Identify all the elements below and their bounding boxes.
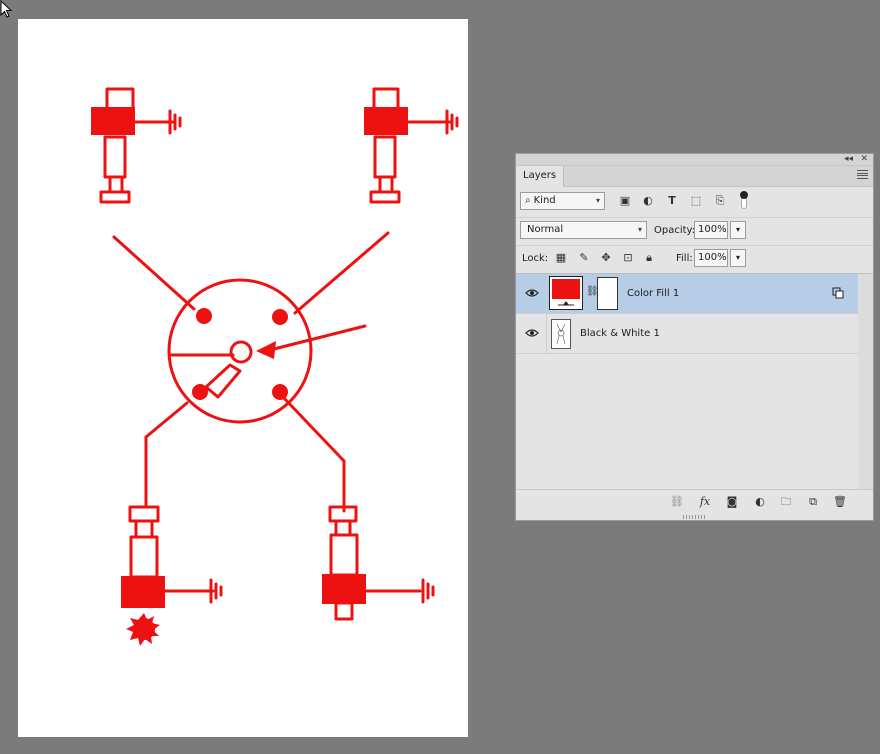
- slider-icon: [558, 301, 574, 306]
- panel-resize-grip[interactable]: [683, 515, 707, 519]
- lock-artboard-icon[interactable]: ⊡: [621, 251, 635, 265]
- delete-layer-trash-icon[interactable]: 🗑︎: [833, 495, 847, 509]
- red-schematic-drawing: [91, 87, 459, 646]
- fill-input[interactable]: 100%: [694, 249, 728, 267]
- new-adjustment-layer-icon[interactable]: ◐: [753, 495, 767, 509]
- chevron-down-icon: ▾: [637, 225, 642, 234]
- color-fill-thumbnail[interactable]: [549, 276, 583, 310]
- panel-bottom-toolbar: ⛓︎ fx ◙ ◐ 🗀︎ ⧉ 🗑︎: [516, 489, 873, 514]
- blend-mode-select[interactable]: Normal ▾: [520, 221, 647, 239]
- black-white-layer-thumbnail[interactable]: [551, 319, 571, 349]
- shape-layer-filter-icon[interactable]: ⬚: [689, 194, 703, 208]
- layer-name[interactable]: Color Fill 1: [627, 288, 679, 299]
- adjustment-layer-filter-icon[interactable]: ◐: [641, 194, 655, 208]
- chevron-down-icon: ▾: [595, 196, 600, 205]
- layer-name[interactable]: Black & White 1: [580, 328, 660, 339]
- opacity-input[interactable]: 100%: [694, 221, 728, 239]
- document-canvas[interactable]: [18, 19, 468, 737]
- lock-row: Lock: ▦ ✎ ✥ ⊡ 🔒︎ Fill: 100% ▾: [516, 245, 873, 274]
- add-mask-icon[interactable]: ◙: [725, 495, 739, 509]
- clipping-mask-icon: [832, 287, 844, 299]
- tab-layers[interactable]: Layers: [516, 166, 565, 187]
- color-fill-swatch: [552, 279, 580, 299]
- filter-kind-label: Kind: [533, 195, 556, 206]
- panel-title-strip[interactable]: ◂◂ ✕: [516, 154, 873, 166]
- fill-dropdown-button[interactable]: ▾: [730, 249, 746, 267]
- layers-scrollbar[interactable]: [858, 274, 873, 489]
- panel-tab-bar: Layers: [516, 166, 873, 187]
- layer-row-color-fill[interactable]: ⛓︎ Color Fill 1: [516, 274, 858, 314]
- link-layers-icon[interactable]: ⛓︎: [670, 495, 684, 509]
- new-group-folder-icon[interactable]: 🗀︎: [779, 495, 793, 509]
- thumbnail-preview: [556, 323, 566, 345]
- layers-list: ⛓︎ Color Fill 1 Black & White 1: [516, 274, 858, 489]
- new-layer-icon[interactable]: ⧉: [806, 495, 820, 509]
- type-layer-filter-icon[interactable]: T: [665, 194, 679, 208]
- close-panel-icon[interactable]: ✕: [860, 152, 868, 166]
- lock-all-icon[interactable]: 🔒︎: [642, 251, 656, 265]
- filter-toggle-switch[interactable]: [740, 191, 748, 211]
- search-icon: ⌕: [525, 195, 531, 206]
- smart-object-filter-icon[interactable]: ⎘: [713, 194, 727, 208]
- filter-row: ⌕ Kind ▾ ▣ ◐ T ⬚ ⎘: [516, 189, 873, 218]
- panel-menu-icon[interactable]: [857, 170, 868, 179]
- layers-panel: ◂◂ ✕ Layers ⌕ Kind ▾ ▣ ◐ T ⬚ ⎘ Normal ▾ O…: [515, 153, 874, 521]
- lock-label: Lock:: [522, 253, 549, 264]
- blend-row: Normal ▾ Opacity: 100% ▾: [516, 217, 873, 246]
- filter-kind-select[interactable]: ⌕ Kind ▾: [520, 192, 605, 210]
- pixel-layer-filter-icon[interactable]: ▣: [618, 194, 632, 208]
- fill-label: Fill:: [676, 253, 693, 264]
- eye-icon[interactable]: [525, 288, 539, 298]
- collapse-panel-icon[interactable]: ◂◂: [844, 152, 853, 166]
- lock-position-icon[interactable]: ✥: [599, 251, 613, 265]
- layer-row-black-white[interactable]: Black & White 1: [516, 314, 858, 354]
- lock-image-pixels-icon[interactable]: ✎: [577, 251, 591, 265]
- eye-icon[interactable]: [525, 328, 539, 338]
- opacity-label: Opacity:: [654, 225, 696, 236]
- fx-layer-style-icon[interactable]: fx: [698, 495, 712, 509]
- blend-mode-value: Normal: [527, 224, 564, 235]
- lock-transparent-pixels-icon[interactable]: ▦: [554, 251, 568, 265]
- opacity-dropdown-button[interactable]: ▾: [730, 221, 746, 239]
- layer-mask-thumbnail[interactable]: [597, 277, 618, 310]
- mouse-cursor-icon: [0, 0, 13, 18]
